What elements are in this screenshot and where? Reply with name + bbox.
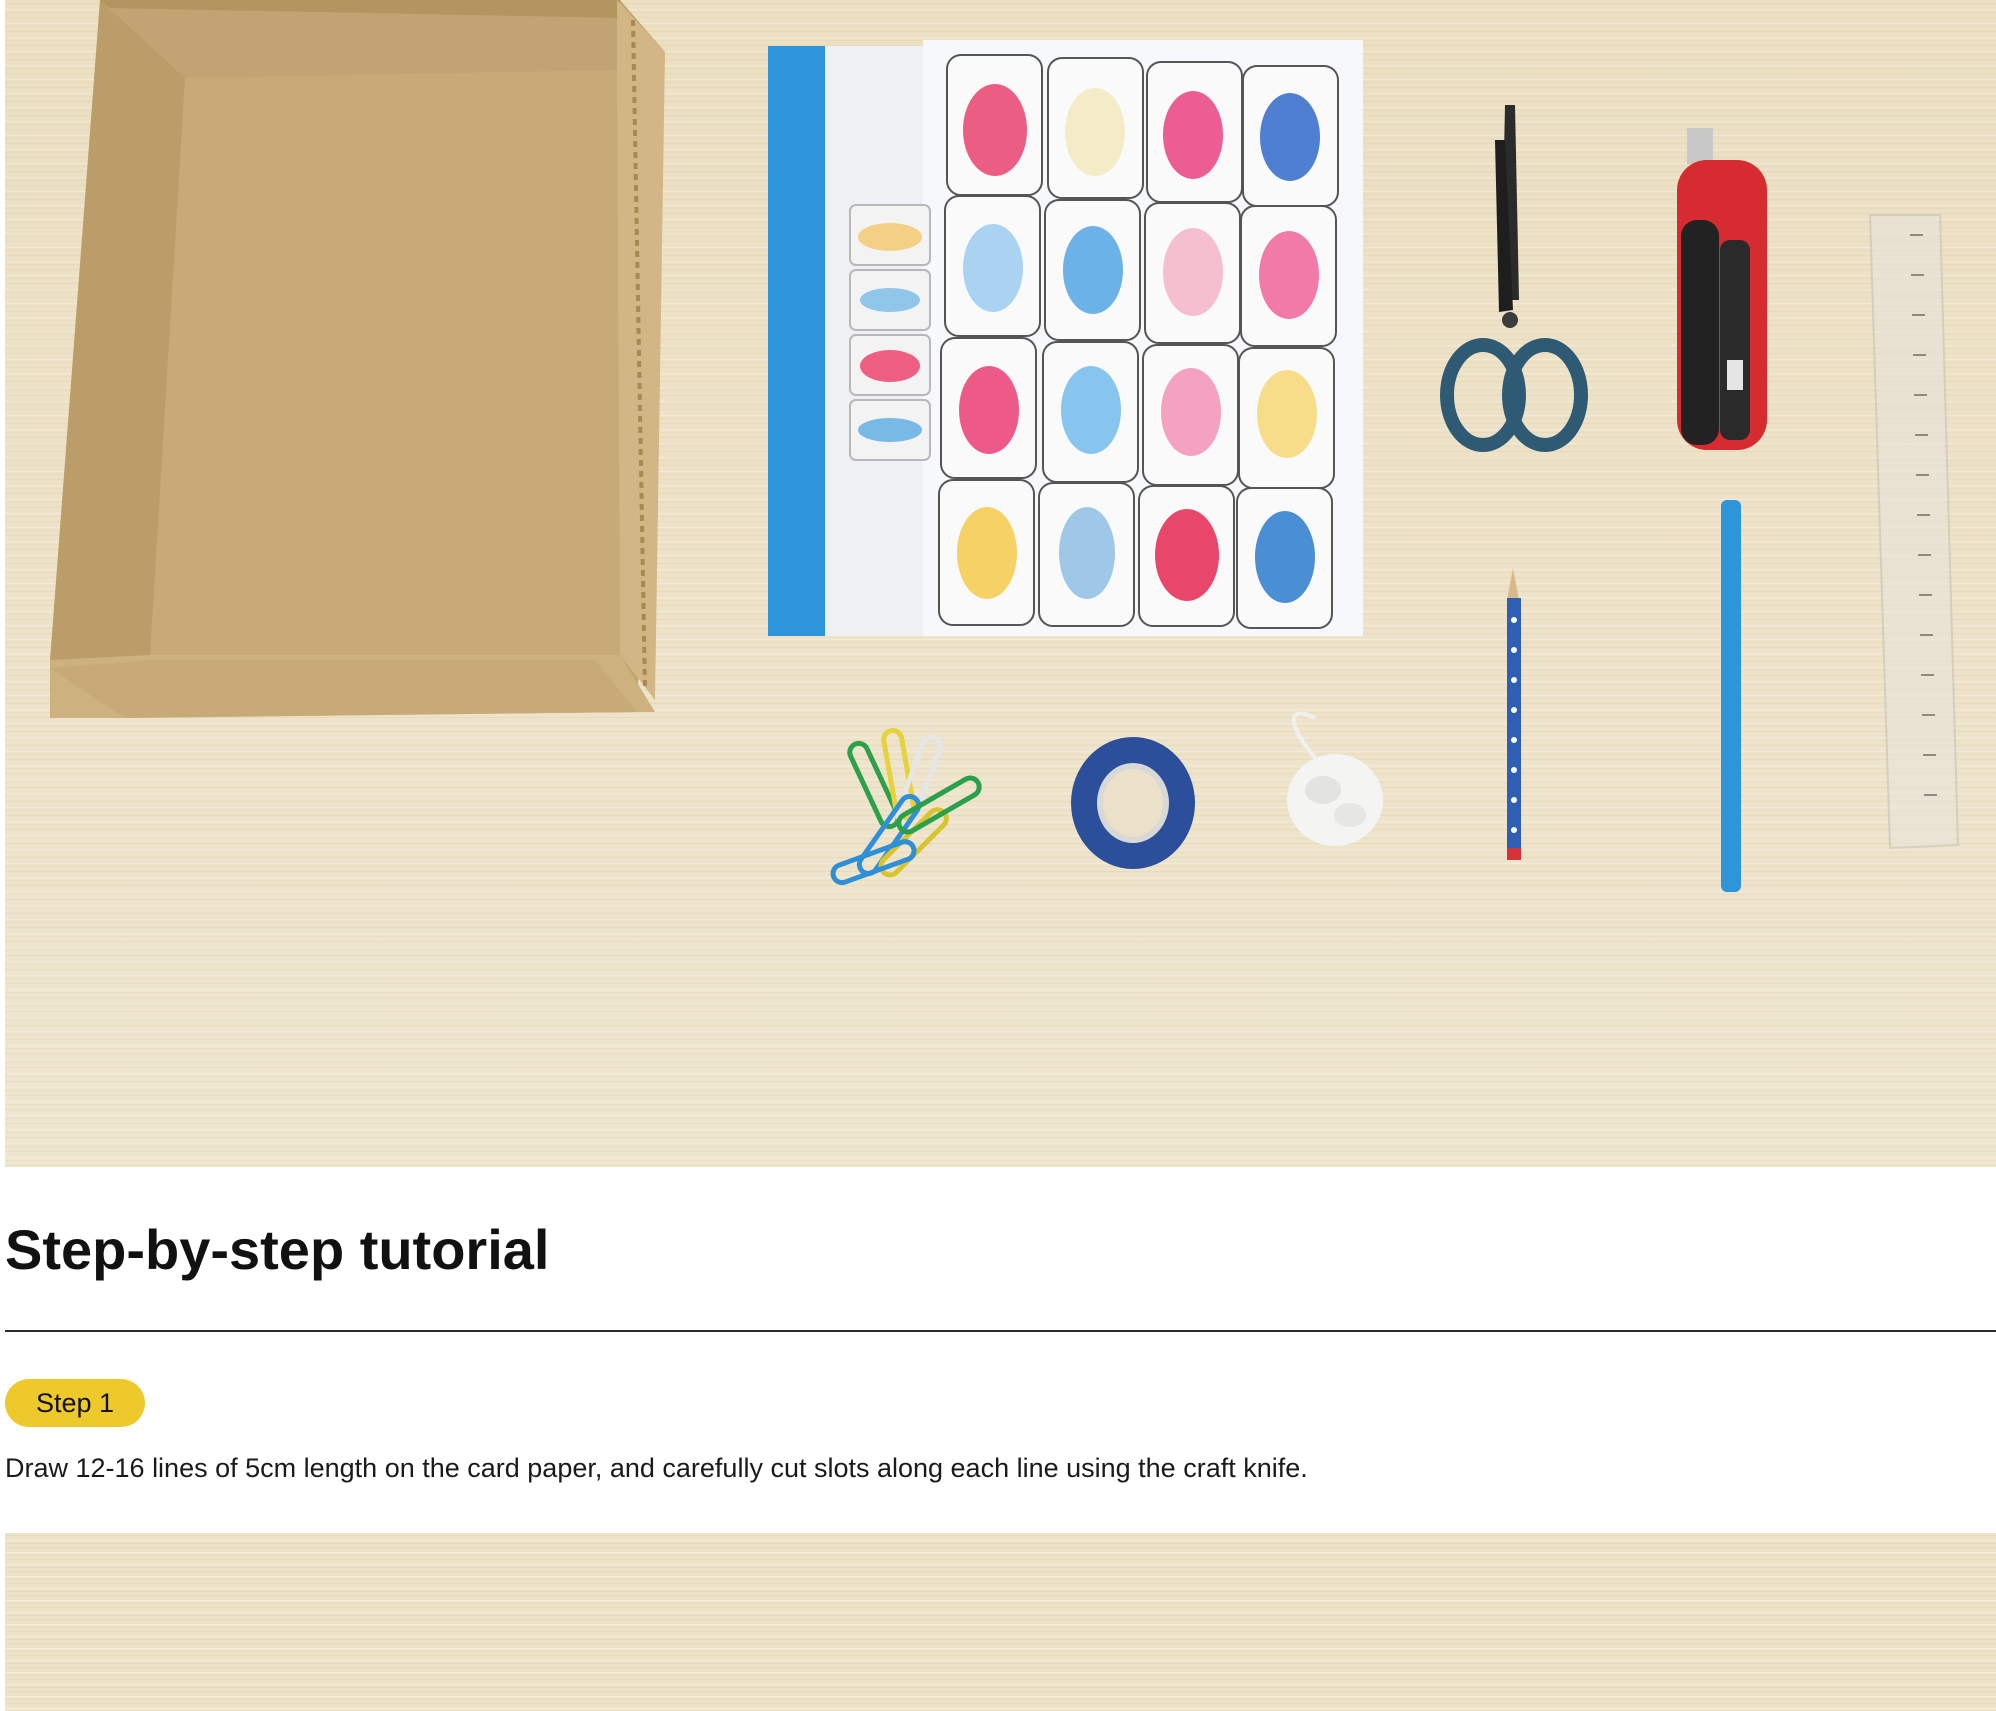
cardboard-box bbox=[50, 0, 665, 718]
step-photo bbox=[5, 1533, 1996, 1711]
craft-knife-icon bbox=[1677, 128, 1767, 450]
fish-card-sheet bbox=[768, 40, 1363, 636]
step-badge: Step 1 bbox=[5, 1379, 145, 1427]
tape-roll-icon bbox=[1071, 737, 1195, 869]
pencil-icon bbox=[1507, 568, 1521, 860]
materials-photo bbox=[5, 0, 1996, 1167]
section-divider bbox=[5, 1330, 1996, 1332]
page-title: Step-by-step tutorial bbox=[5, 1218, 550, 1281]
blue-stick bbox=[1721, 500, 1741, 892]
step-description: Draw 12-16 lines of 5cm length on the ca… bbox=[5, 1453, 1308, 1483]
